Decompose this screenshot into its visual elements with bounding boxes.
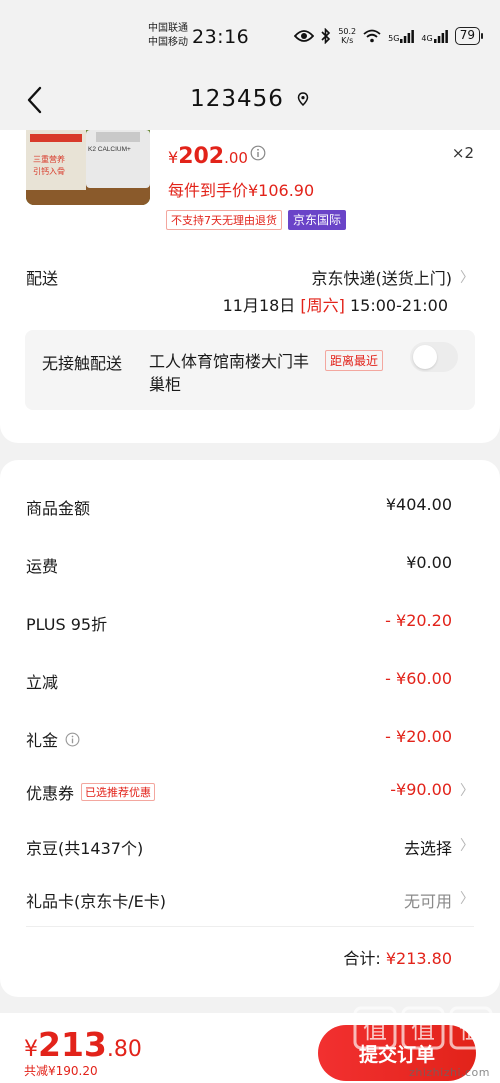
clock: 23:16 — [192, 26, 250, 48]
info-icon[interactable] — [250, 145, 266, 161]
product-image-tagline-1: 三重营养 — [33, 154, 65, 164]
contactless-delivery-panel: 无接触配送 工人体育馆南楼大门丰巢柜 距离最近 — [25, 330, 475, 410]
status-icons: 50.2 K/s 5G 4G 79 — [294, 27, 484, 45]
total-saved: 共减¥190.20 — [24, 1064, 98, 1078]
delivery-date: 11月18日 — [222, 296, 296, 315]
contactless-label: 无接触配送 — [42, 354, 123, 373]
summary-row-coupon[interactable]: 优惠券 已选推荐优惠 -¥90.00 〉 — [26, 780, 474, 810]
delivery-method-selector[interactable]: 京东快递(送货上门) 〉 — [312, 265, 475, 289]
page-title-row: 123456 — [0, 86, 500, 112]
delivery-time[interactable]: 11月18日 [周六] 15:00-21:00 — [223, 292, 448, 316]
wifi-icon — [363, 29, 381, 43]
chevron-right-icon: 〉 — [460, 783, 474, 799]
chevron-right-icon: 〉 — [460, 270, 474, 286]
delivery-weekday: [周六] — [300, 296, 345, 315]
product-image: K2 CALCIUM+ 三重营养 引钙入骨 — [26, 130, 150, 205]
row-label: PLUS 95折 — [26, 615, 108, 634]
per-item-price: 每件到手价¥106.90 — [168, 181, 315, 200]
carrier-1: 中国联通 — [148, 23, 188, 34]
signal-icon — [400, 29, 415, 43]
row-label-wrap: 礼金 — [26, 727, 80, 751]
chevron-right-icon: 〉 — [460, 838, 474, 854]
page-header: 123456 — [0, 68, 500, 130]
net-4g-label: 4G — [421, 33, 433, 43]
carrier-2: 中国移动 — [148, 37, 188, 48]
status-bar: 中国联通 中国移动 23:16 50.2 K/s 5G 4G 79 — [0, 0, 500, 68]
row-value: - ¥60.00 — [385, 669, 452, 688]
row-label: 礼金 — [26, 731, 59, 750]
product-badges: 不支持7天无理由退货 京东国际 — [166, 210, 347, 230]
summary-row-jd-beans[interactable]: 京豆(共1437个) 去选择 〉 — [26, 835, 474, 865]
delivery-time-range: 15:00-21:00 — [350, 296, 448, 315]
carrier-names: 中国联通 中国移动 — [148, 22, 188, 50]
location-pin-icon[interactable] — [296, 92, 310, 106]
quantity-label: ×2 — [451, 144, 474, 162]
net-speed: 50.2 K/s — [338, 27, 356, 45]
bluetooth-icon — [321, 28, 331, 44]
delivery-method: 京东快递(送货上门) — [311, 269, 453, 288]
row-value: - ¥20.00 — [385, 727, 452, 746]
info-icon[interactable] — [65, 732, 80, 747]
battery-indicator: 79 — [454, 27, 484, 45]
net-5g-label: 5G — [388, 33, 400, 43]
toggle-knob — [413, 345, 437, 369]
checkout-price: ¥ 213 .80 — [24, 1025, 142, 1064]
checkout-currency: ¥ — [24, 1037, 38, 1062]
no-return-badge: 不支持7天无理由退货 — [166, 210, 282, 230]
summary-row-shipping: 运费 ¥0.00 — [26, 553, 474, 583]
product-thumbnail[interactable]: K2 CALCIUM+ 三重营养 引钙入骨 — [26, 130, 150, 205]
signal-icon — [433, 29, 448, 43]
coupon-selected-tag: 已选推荐优惠 — [81, 783, 156, 801]
submit-order-button[interactable]: 提交订单 — [318, 1025, 476, 1081]
price-summary-card: 商品金额 ¥404.00 运费 ¥0.00 PLUS 95折 - ¥20.20 … — [0, 460, 500, 997]
contactless-address: 工人体育馆南楼大门丰巢柜 — [149, 352, 310, 394]
price-integer: 202 — [178, 144, 225, 169]
signal-4g: 4G — [421, 29, 448, 43]
row-label: 京豆(共1437个) — [26, 839, 144, 858]
row-value: ¥0.00 — [406, 553, 452, 572]
page-title: 123456 — [190, 86, 284, 112]
jd-international-badge: 京东国际 — [288, 210, 347, 230]
net-speed-value: 50.2 — [338, 27, 357, 36]
row-label: 商品金额 — [26, 499, 91, 518]
row-value: -¥90.00 — [390, 780, 452, 799]
product-image-tagline-2: 引钙入骨 — [33, 166, 65, 176]
price-currency: ¥ — [168, 148, 179, 167]
row-label: 礼品卡(京东卡/E卡) — [26, 892, 166, 911]
net-speed-unit: K/s — [341, 36, 354, 45]
order-total: 合计: ¥213.80 — [343, 945, 452, 969]
total-amount: ¥213.80 — [385, 949, 452, 968]
signal-5g: 5G — [388, 29, 415, 43]
nearest-badge: 距离最近 — [325, 350, 384, 371]
delivery-label: 配送 — [26, 269, 59, 288]
checkout-bar: ¥ 213 .80 共减¥190.20 提交订单 — [0, 1013, 500, 1083]
row-value: 无可用 — [403, 892, 452, 911]
summary-row-gift-money: 礼金 - ¥20.00 — [26, 727, 474, 757]
row-value: - ¥20.20 — [385, 611, 452, 630]
summary-row-gift-card[interactable]: 礼品卡(京东卡/E卡) 无可用 〉 — [26, 888, 474, 918]
price-decimal: .00 — [224, 149, 248, 167]
summary-row-goods-amount: 商品金额 ¥404.00 — [26, 495, 474, 525]
row-label-wrap: 优惠券 已选推荐优惠 — [26, 780, 156, 804]
summary-row-plus-discount: PLUS 95折 - ¥20.20 — [26, 611, 474, 641]
row-label: 立减 — [26, 673, 59, 692]
order-item-card: K2 CALCIUM+ 三重营养 引钙入骨 ¥ 202 .00 ×2 每件到手价… — [0, 130, 500, 443]
checkout-price-integer: 213 — [38, 1025, 107, 1064]
row-label: 优惠券 — [26, 784, 75, 803]
total-label: 合计: — [343, 949, 381, 968]
contactless-toggle[interactable] — [410, 342, 458, 372]
product-price: ¥ 202 .00 — [168, 144, 248, 169]
eye-icon — [294, 30, 315, 42]
summary-row-instant-discount: 立减 - ¥60.00 — [26, 669, 474, 699]
divider — [26, 926, 474, 927]
checkout-price-decimal: .80 — [106, 1037, 142, 1062]
row-label: 运费 — [26, 557, 59, 576]
product-image-label: K2 CALCIUM+ — [88, 146, 131, 153]
row-value: ¥404.00 — [385, 495, 452, 514]
row-value: 去选择 — [403, 839, 452, 858]
chevron-right-icon: 〉 — [460, 891, 474, 907]
